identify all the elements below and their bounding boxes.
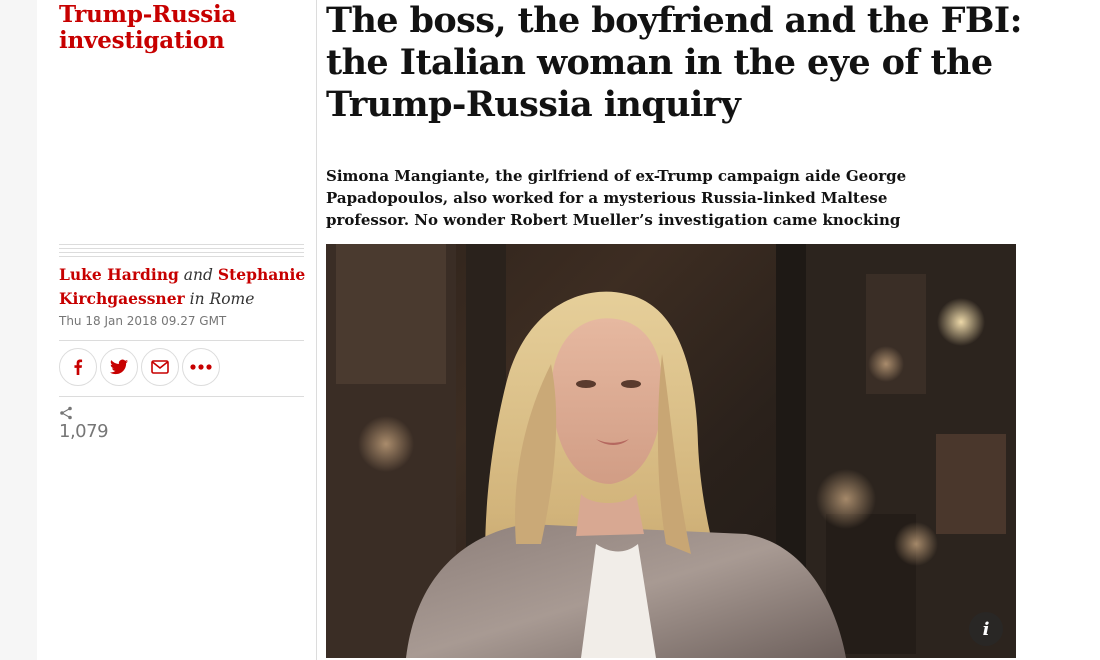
publish-date: Thu 18 Jan 2018 09.27 GMT	[59, 314, 227, 328]
byline-location: in Rome	[189, 290, 255, 308]
share-more-button[interactable]	[182, 348, 220, 386]
divider	[59, 340, 304, 341]
standfirst-line1: Simona Mangiante, the girlfriend of ex-T…	[326, 167, 907, 185]
article-main-image	[326, 244, 1016, 658]
headline-line1: The boss, the boyfriend and the FBI:	[326, 0, 1023, 41]
more-icon	[190, 364, 212, 370]
author-link-luke-harding[interactable]: Luke Harding	[59, 265, 179, 284]
author-link-stephanie-last[interactable]: Kirchgaessner	[59, 289, 185, 308]
share-buttons	[59, 348, 220, 386]
article-standfirst: Simona Mangiante, the girlfriend of ex-T…	[326, 165, 966, 231]
standfirst-line3: professor. No wonder Robert Mueller’s in…	[326, 211, 901, 229]
byline-conjunction: and	[183, 266, 213, 284]
share-twitter-button[interactable]	[100, 348, 138, 386]
byline: Luke Harding and Stephanie Kirchgaessner…	[59, 263, 309, 311]
headline-line3: Trump-Russia inquiry	[326, 84, 741, 125]
section-label-line2: investigation	[59, 27, 225, 54]
facebook-icon	[71, 359, 85, 375]
meta-divider-lines	[59, 244, 304, 258]
share-facebook-button[interactable]	[59, 348, 97, 386]
image-info-button[interactable]: i	[969, 612, 1003, 646]
section-label-line1: Trump-Russia	[59, 1, 237, 28]
share-count: 1,079	[59, 421, 109, 442]
standfirst-line2: Papadopoulos, also worked for a mysterio…	[326, 189, 888, 207]
section-link[interactable]: Trump-Russia investigation	[59, 2, 299, 54]
article-headline: The boss, the boyfriend and the FBI: the…	[326, 0, 1026, 126]
info-icon: i	[982, 618, 990, 640]
twitter-icon	[110, 359, 128, 375]
author-link-stephanie-first[interactable]: Stephanie	[218, 265, 305, 284]
share-email-button[interactable]	[141, 348, 179, 386]
headline-line2: the Italian woman in the eye of the	[326, 42, 993, 83]
email-icon	[151, 360, 169, 374]
divider	[59, 396, 304, 397]
column-divider	[316, 0, 317, 660]
